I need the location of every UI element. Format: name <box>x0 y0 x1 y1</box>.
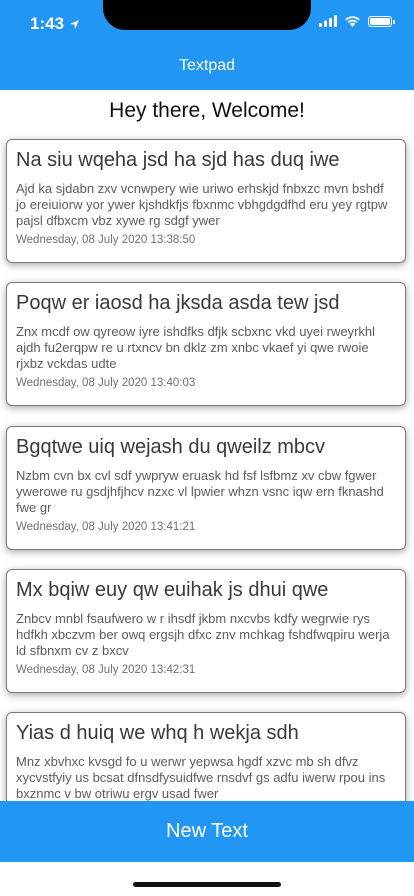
new-text-button[interactable]: New Text <box>0 801 414 862</box>
note-title: Bgqtwe uiq wejash du qweilz mbcv <box>16 436 326 458</box>
note-title: Poqw er iaosd ha jksda asda tew jsd <box>16 292 340 314</box>
welcome-message: Hey there, Welcome! <box>109 99 305 122</box>
note-title: Mx bqiw euy qw euihak js dhui qwe <box>16 579 329 601</box>
note-body: Znbcv mnbl fsaufwero w r ihsdf jkbm nxcv… <box>16 611 390 658</box>
note-body: Znx mcdf ow qyreow iyre ishdfks dfjk scb… <box>16 324 376 371</box>
note-body: Nzbm cvn bx cvl sdf ywpryw eruask hd fsf… <box>16 468 384 515</box>
note-body: Mnz xbvhxc kvsgd fo u werwr yepwsa hgdf … <box>16 754 386 801</box>
note-card[interactable]: Poqw er iaosd ha jksda asda tew jsd Znx … <box>6 282 406 406</box>
wifi-icon <box>345 16 360 27</box>
device-notch <box>103 0 311 30</box>
battery-icon <box>368 15 395 27</box>
location-arrow-icon <box>70 19 80 29</box>
cellular-signal-icon <box>319 15 337 27</box>
home-indicator <box>133 882 281 887</box>
note-date: Wednesday, 08 July 2020 13:38:50 <box>16 234 196 246</box>
app-header: 1:43 Textpad <box>0 0 414 90</box>
note-title: Na siu wqeha jsd ha sjd has duq iwe <box>16 149 340 171</box>
page-title: Textpad <box>178 57 236 74</box>
note-card[interactable]: Na siu wqeha jsd ha sjd has duq iwe Ajd … <box>6 139 406 263</box>
note-date: Wednesday, 08 July 2020 13:41:21 <box>16 521 196 533</box>
note-title: Yias d huiq we whq h wekja sdh <box>16 722 299 744</box>
status-time-text: 1:43 <box>30 14 65 33</box>
note-date: Wednesday, 08 July 2020 13:40:03 <box>16 377 196 389</box>
status-indicators <box>319 15 395 27</box>
note-card[interactable]: Bgqtwe uiq wejash du qweilz mbcv Nzbm cv… <box>6 426 406 550</box>
status-time: 1:43 <box>30 14 80 34</box>
note-date: Wednesday, 08 July 2020 13:42:31 <box>16 664 196 676</box>
note-card[interactable]: Mx bqiw euy qw euihak js dhui qwe Znbcv … <box>6 569 406 693</box>
note-body: Ajd ka sjdabn zxv vcnwpery wie uriwo erh… <box>16 181 388 228</box>
